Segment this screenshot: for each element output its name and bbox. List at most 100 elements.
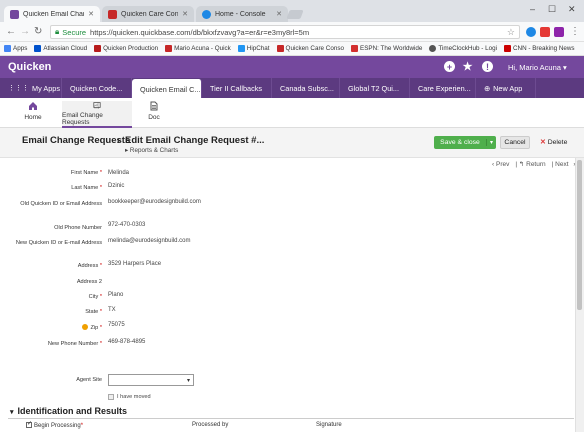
bookmark-label: Atlassian Cloud [43, 45, 88, 52]
cancel-button[interactable]: Cancel [500, 136, 530, 149]
save-close-button[interactable]: Save & close ▾ [434, 136, 496, 149]
tab-care-experience[interactable]: Care Experien... [410, 78, 476, 98]
field-label: Old Quicken ID or Email Address [20, 201, 102, 207]
menu-kebab-icon[interactable]: ⋮ [570, 26, 580, 37]
extension-icon[interactable] [540, 27, 550, 37]
tab-my-apps[interactable]: ⋮⋮⋮ My Apps [0, 78, 62, 98]
moved-checkbox-row[interactable]: I have moved [108, 394, 151, 400]
user-menu[interactable]: Hi, Mario Acuna ▾ [508, 63, 567, 72]
browser-tab-label: Home - Console [215, 10, 266, 18]
tab-new-app[interactable]: ⊕ New App [476, 78, 536, 98]
bookmark-item[interactable]: Atlassian Cloud [34, 45, 87, 52]
back-arrow-icon[interactable]: ← [6, 26, 16, 37]
browser-tab-home-console[interactable]: Home - Console ✕ [196, 6, 288, 22]
last-name-value[interactable]: Dzinic [108, 183, 124, 189]
extension-icon[interactable] [526, 27, 536, 37]
next-label: Next [555, 161, 569, 168]
favorites-star-icon[interactable]: ★ [462, 61, 473, 73]
hipchat-icon [237, 45, 245, 52]
agent-site-select[interactable]: ▾ [108, 374, 194, 386]
tab-quicken-email[interactable]: Quicken Email C... [132, 79, 202, 99]
chevron-down-icon[interactable]: ▾ [486, 139, 496, 146]
section-header[interactable]: ▾ Identification and Results [10, 406, 127, 416]
signature-label: Signature [316, 422, 342, 428]
bookmark-item[interactable]: CNN - Breaking News [503, 45, 575, 52]
new-tab-button[interactable] [286, 10, 304, 19]
bookmark-label: Mario Acuna - Quick [174, 45, 231, 52]
scrollbar-thumb[interactable] [577, 160, 582, 310]
tab-global-t2[interactable]: Global T2 Qui... [340, 78, 410, 98]
brand-logo[interactable]: Quicken [8, 61, 51, 73]
bookmark-item[interactable]: ESPN: The Worldwide [351, 45, 422, 52]
new-quicken-id-value[interactable]: melinda@eurodesignbuild.com [108, 238, 190, 244]
reload-icon[interactable]: ↻ [34, 26, 42, 37]
close-icon[interactable]: ✕ [276, 10, 282, 18]
required-marker: * [98, 309, 102, 315]
prev-label: Prev [495, 161, 510, 168]
label-text: Address [77, 263, 99, 269]
bookmark-item[interactable]: Mario Acuna - Quick [165, 45, 231, 52]
processed-by-label: Processed by [192, 422, 229, 428]
tab-label: Quicken Email C... [140, 84, 201, 94]
add-icon[interactable]: + [444, 61, 455, 72]
tab-quicken-code[interactable]: Quicken Code... [62, 78, 132, 98]
bookmark-item[interactable]: Quicken Care Conso [276, 45, 344, 52]
city-value[interactable]: Plano [108, 292, 123, 298]
doc-button[interactable]: Doc [140, 101, 168, 128]
browser-tab-care-console[interactable]: Quicken Care Console ✕ [102, 6, 194, 22]
address-input[interactable]: 🔒︎ Secure https://quicken.quickbase.com/… [50, 25, 520, 39]
close-icon[interactable]: ✕ [88, 10, 94, 18]
delete-label: Delete [547, 139, 568, 146]
moved-label: I have moved [117, 394, 151, 400]
bookmark-item[interactable]: Apps [4, 45, 27, 52]
home-button[interactable]: Home [18, 101, 48, 128]
required-marker: * [98, 263, 102, 269]
reports-label: Reports & Charts [129, 147, 179, 154]
extension-icon[interactable] [554, 27, 564, 37]
required-marker: * [80, 423, 84, 429]
begin-processing-checkbox[interactable] [26, 420, 32, 428]
tab-canada-subsc[interactable]: Canada Subsc... [272, 78, 340, 98]
reports-link[interactable]: ▸ Reports & Charts [125, 147, 178, 154]
first-name-value[interactable]: Melinda [108, 170, 129, 176]
help-icon[interactable]: ! [482, 61, 493, 72]
prev-link[interactable]: ‹ Prev [492, 161, 512, 168]
atlassian-icon [34, 45, 42, 52]
forward-arrow-icon[interactable]: → [20, 26, 30, 37]
tab-tier-ii-callbacks[interactable]: Tier II Callbacks [202, 78, 272, 98]
bookmark-label: CNN - Breaking News [512, 45, 575, 52]
old-phone-value[interactable]: 972-470-0303 [108, 222, 145, 228]
state-value[interactable]: TX [108, 307, 116, 313]
chevron-down-icon: ▾ [563, 63, 567, 72]
begin-processing-field[interactable]: Begin Processing* [26, 420, 84, 429]
table-name-link[interactable]: Email Change Requests [22, 135, 130, 146]
delete-button[interactable]: ✕ Delete [540, 138, 567, 146]
maximize-window-icon[interactable]: ☐ [548, 4, 556, 15]
field-label: Last Name * [12, 185, 102, 193]
moved-checkbox[interactable] [108, 394, 114, 400]
browser-tab-label: Quicken Email Change R [23, 10, 84, 18]
return-link[interactable]: ↰ Return [519, 161, 549, 168]
next-link[interactable]: Next › [555, 161, 575, 168]
bookmark-item[interactable]: TimeClockHub - Logi [429, 45, 497, 52]
close-icon[interactable]: ✕ [182, 10, 188, 18]
bookmark-item[interactable]: HipChat [237, 45, 270, 52]
field-label: City * [12, 294, 102, 302]
bookmark-label: Quicken Care Conso [285, 45, 344, 52]
address-value[interactable]: 3529 Harpers Place [108, 261, 161, 267]
browser-tab-quicken-email[interactable]: Quicken Email Change R ✕ [4, 6, 100, 22]
espn-icon [351, 45, 358, 52]
zip-value[interactable]: 75075 [108, 322, 125, 328]
label-text: New Phone Number [47, 341, 99, 347]
field-label: Agent Site [76, 377, 102, 383]
cloud-favicon-icon [202, 9, 211, 19]
tab-label: Global T2 Qui... [348, 83, 399, 93]
tab-label: Care Experien... [418, 83, 471, 93]
app-header: Quicken + ★ ! Hi, Mario Acuna ▾ [0, 56, 584, 78]
bookmark-item[interactable]: Quicken Production [94, 45, 158, 52]
bookmark-star-icon[interactable]: ☆ [507, 27, 515, 38]
new-phone-value[interactable]: 469-878-4895 [108, 339, 145, 345]
old-quicken-id-value[interactable]: bookkeeper@eurodesignbuild.com [108, 199, 201, 205]
close-window-icon[interactable]: ✕ [568, 4, 576, 15]
minimize-window-icon[interactable]: – [530, 4, 535, 14]
